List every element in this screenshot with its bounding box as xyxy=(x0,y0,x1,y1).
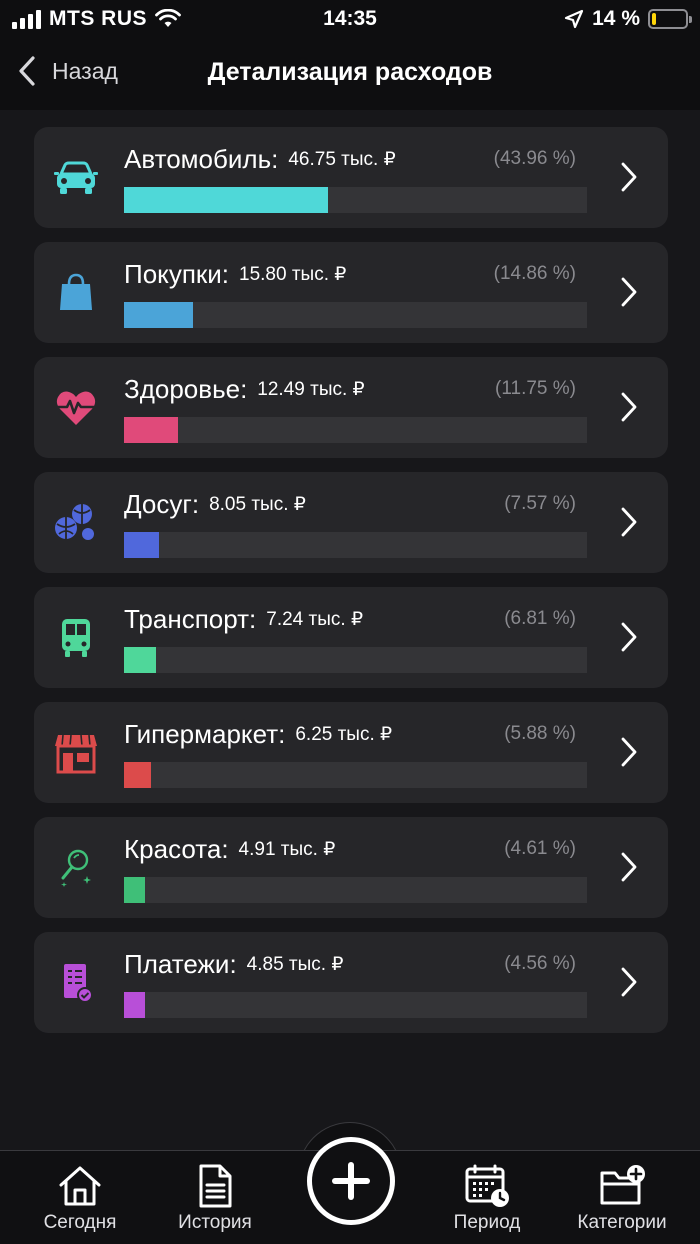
category-amount: 4.85 тыс. ₽ xyxy=(246,954,344,975)
category-bar-track xyxy=(124,877,587,903)
category-card-payments[interactable]: Платежи: 4.85 тыс. ₽ (4.56 %) xyxy=(34,932,668,1033)
category-amount: 46.75 тыс. ₽ xyxy=(288,149,396,170)
home-icon xyxy=(59,1166,101,1206)
category-percent: (7.57 %) xyxy=(504,493,576,514)
category-bar-track xyxy=(124,417,587,443)
category-percent: (6.81 %) xyxy=(504,608,576,629)
category-bar-fill xyxy=(124,647,156,673)
category-header: Досуг: 8.05 тыс. ₽ (7.57 %) xyxy=(124,489,576,525)
chevron-right-icon xyxy=(621,737,637,767)
tab-history[interactable]: История xyxy=(165,1151,265,1244)
payment-receipt-icon xyxy=(52,962,100,1004)
category-bar-track xyxy=(124,532,587,558)
chevron-right-icon xyxy=(621,392,637,422)
heart-pulse-icon xyxy=(52,387,100,429)
car-icon xyxy=(52,157,100,199)
tab-categories[interactable]: Категории xyxy=(568,1151,676,1244)
tab-label: Сегодня xyxy=(43,1212,117,1233)
category-amount: 4.91 тыс. ₽ xyxy=(238,839,336,860)
tab-label: Период xyxy=(453,1212,521,1233)
tab-today[interactable]: Сегодня xyxy=(30,1151,130,1244)
category-header: Покупки: 15.80 тыс. ₽ (14.86 %) xyxy=(124,259,576,295)
category-bar-track xyxy=(124,992,587,1018)
category-name: Транспорт: 7.24 тыс. ₽ xyxy=(124,604,364,634)
mirror-icon xyxy=(52,847,100,889)
category-name: Гипермаркет: 6.25 тыс. ₽ xyxy=(124,719,393,749)
shopping-bag-icon xyxy=(52,272,100,314)
category-header: Платежи: 4.85 тыс. ₽ (4.56 %) xyxy=(124,949,576,985)
page-title: Детализация расходов xyxy=(207,58,493,86)
category-amount: 15.80 тыс. ₽ xyxy=(239,264,347,285)
category-name: Здоровье: 12.49 тыс. ₽ xyxy=(124,374,365,404)
category-list: Автомобиль: 46.75 тыс. ₽ (43.96 %) Покупк… xyxy=(34,127,668,1047)
category-name: Платежи: 4.85 тыс. ₽ xyxy=(124,949,344,979)
category-percent: (4.56 %) xyxy=(504,953,576,974)
category-card-beauty[interactable]: Красота: 4.91 тыс. ₽ (4.61 %) xyxy=(34,817,668,918)
category-bar-track xyxy=(124,647,587,673)
balls-icon xyxy=(52,502,100,544)
chevron-right-icon xyxy=(621,277,637,307)
category-bar-fill xyxy=(124,992,146,1018)
tab-label: История xyxy=(178,1212,252,1233)
chevron-right-icon xyxy=(621,622,637,652)
category-header: Автомобиль: 46.75 тыс. ₽ (43.96 %) xyxy=(124,144,576,180)
battery-level xyxy=(652,13,657,25)
chevron-right-icon xyxy=(621,967,637,997)
category-bar-fill xyxy=(124,417,179,443)
category-name: Досуг: 8.05 тыс. ₽ xyxy=(124,489,306,519)
status-right: 14 % xyxy=(564,7,692,31)
category-card-shopping[interactable]: Покупки: 15.80 тыс. ₽ (14.86 %) xyxy=(34,242,668,343)
category-card-leisure[interactable]: Досуг: 8.05 тыс. ₽ (7.57 %) xyxy=(34,472,668,573)
category-bar-fill xyxy=(124,762,152,788)
tab-label: Категории xyxy=(577,1212,667,1233)
category-amount: 6.25 тыс. ₽ xyxy=(295,724,393,745)
document-icon xyxy=(199,1164,232,1208)
category-percent: (4.61 %) xyxy=(504,838,576,859)
category-bar-track xyxy=(124,302,587,328)
location-arrow-icon xyxy=(565,9,584,29)
category-percent: (43.96 %) xyxy=(493,148,576,169)
tab-period[interactable]: Период xyxy=(437,1151,537,1244)
category-card-transport[interactable]: Транспорт: 7.24 тыс. ₽ (6.81 %) xyxy=(34,587,668,688)
category-bar-fill xyxy=(124,302,193,328)
chevron-right-icon xyxy=(621,162,637,192)
status-bar: MTS RUS 14:35 14 % xyxy=(0,0,700,36)
category-bar-track xyxy=(124,187,587,213)
battery-icon xyxy=(648,9,692,29)
add-transaction-button[interactable] xyxy=(307,1137,395,1225)
battery-percent: 14 % xyxy=(592,7,640,30)
category-header: Здоровье: 12.49 тыс. ₽ (11.75 %) xyxy=(124,374,576,410)
category-amount: 8.05 тыс. ₽ xyxy=(209,494,306,515)
category-card-health[interactable]: Здоровье: 12.49 тыс. ₽ (11.75 %) xyxy=(34,357,668,458)
category-name: Автомобиль: 46.75 тыс. ₽ xyxy=(124,144,396,174)
nav-bar: Назад Детализация расходов xyxy=(0,36,700,110)
category-bar-track xyxy=(124,762,587,788)
chevron-right-icon xyxy=(621,507,637,537)
category-header: Красота: 4.91 тыс. ₽ (4.61 %) xyxy=(124,834,576,870)
category-card-car[interactable]: Автомобиль: 46.75 тыс. ₽ (43.96 %) xyxy=(34,127,668,228)
category-header: Транспорт: 7.24 тыс. ₽ (6.81 %) xyxy=(124,604,576,640)
category-bar-fill xyxy=(124,877,146,903)
chevron-right-icon xyxy=(621,852,637,882)
folder-add-icon xyxy=(600,1165,645,1205)
category-bar-fill xyxy=(124,187,328,213)
category-percent: (5.88 %) xyxy=(504,723,576,744)
store-icon xyxy=(52,732,100,774)
category-bar-fill xyxy=(124,532,160,558)
category-card-hypermarket[interactable]: Гипермаркет: 6.25 тыс. ₽ (5.88 %) xyxy=(34,702,668,803)
calendar-clock-icon xyxy=(465,1164,509,1207)
category-header: Гипермаркет: 6.25 тыс. ₽ (5.88 %) xyxy=(124,719,576,755)
category-percent: (11.75 %) xyxy=(495,378,576,399)
category-name: Покупки: 15.80 тыс. ₽ xyxy=(124,259,347,289)
category-amount: 12.49 тыс. ₽ xyxy=(257,379,365,400)
bus-icon xyxy=(52,617,100,659)
category-percent: (14.86 %) xyxy=(493,263,576,284)
category-amount: 7.24 тыс. ₽ xyxy=(266,609,364,630)
category-name: Красота: 4.91 тыс. ₽ xyxy=(124,834,336,864)
